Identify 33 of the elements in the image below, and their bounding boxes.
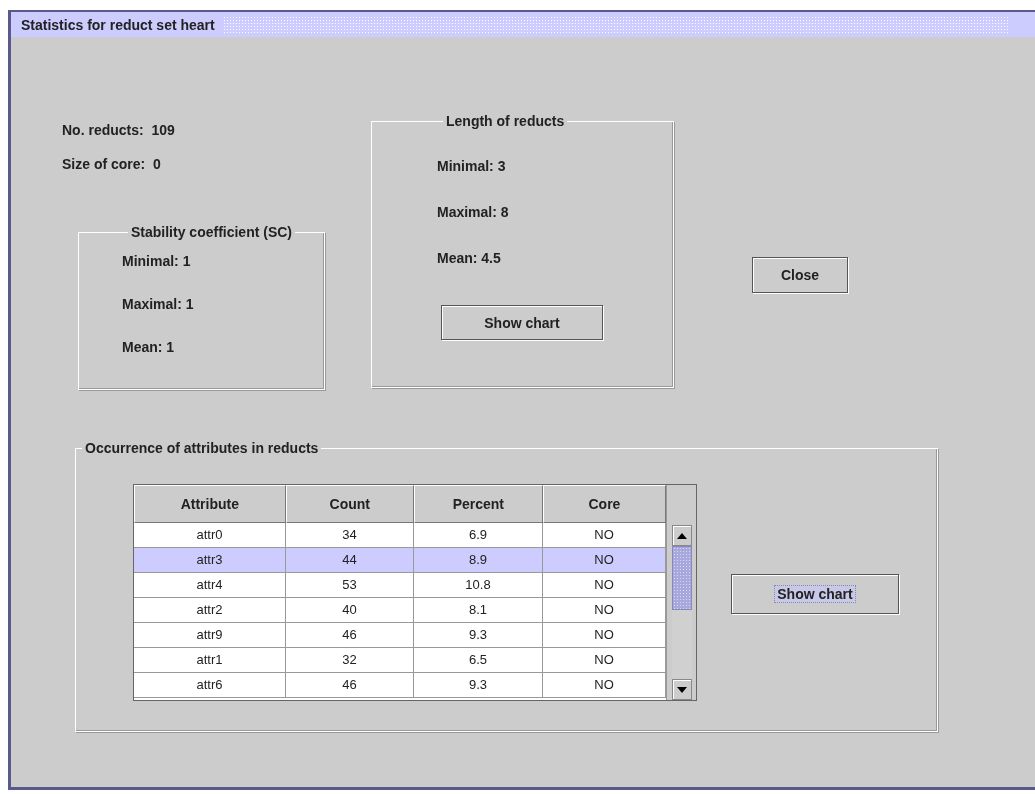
window-title: Statistics for reduct set heart [21,16,216,33]
stat-text: Mean: 1 [122,338,176,357]
close-button[interactable]: Close [752,257,848,293]
table-row[interactable]: attr6 46 9.3 NO [134,673,666,698]
table-row[interactable]: attr1 32 6.5 NO [134,648,666,673]
column-header[interactable]: Attribute [134,485,286,523]
table-cell: 46 [286,673,414,698]
stat-text: Minimal: 1 [122,252,192,271]
stat-text: Mean: 4.5 [437,249,502,268]
column-header[interactable]: Count [285,485,414,523]
table-row[interactable]: attr9 46 9.3 NO [134,623,666,648]
table-row[interactable]: attr2 40 8.1 NO [134,598,666,623]
table-row[interactable]: attr4 53 10.8 NO [134,573,666,598]
summary-text: Size of core: 0 [62,155,162,174]
group-title: Occurrence of attributes in reducts [84,440,320,456]
show-chart-button[interactable]: Show chart [441,305,603,340]
table-cell: 9.3 [414,673,543,698]
scrollbar[interactable] [666,485,696,700]
table-cell: attr6 [134,673,286,698]
group-title: Length of reducts [445,113,566,129]
column-header[interactable]: Percent [413,485,543,523]
table-row[interactable]: attr0 34 6.9 NO [134,523,666,548]
stat-text: Maximal: 1 [122,295,195,314]
group-title: Stability coefficient (SC) [130,224,294,240]
scroll-thumb[interactable] [671,546,692,610]
column-header[interactable]: Core [542,485,666,523]
table-row[interactable]: attr3 44 8.9 NO [134,548,666,573]
scroll-up-icon[interactable] [675,531,688,540]
stat-text: Maximal: 8 [437,203,510,222]
stat-text: Minimal: 3 [437,157,507,176]
scroll-down-icon[interactable] [675,685,688,694]
show-chart-button[interactable]: Show chart [731,574,899,614]
summary-text: No. reducts: 109 [62,121,176,140]
